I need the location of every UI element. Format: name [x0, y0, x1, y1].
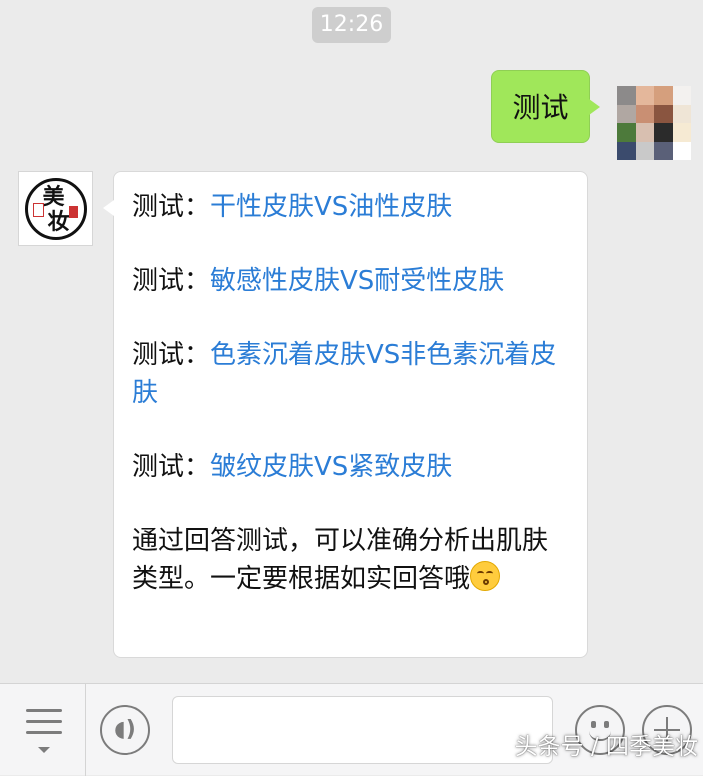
watermark: 头条号 / 四季美妆	[514, 734, 698, 760]
logo-seal-left	[32, 202, 44, 217]
summary-text: 通过回答测试，可以准确分析出肌肤类型。一定要根据如实回答哦	[132, 522, 569, 598]
brand-logo: 美 妆	[24, 177, 87, 240]
test-link-wrinkled-firm[interactable]: 皱纹皮肤VS紧致皮肤	[210, 452, 452, 482]
logo-seal-right	[68, 205, 78, 218]
kissing-face-icon	[470, 561, 501, 591]
incoming-message: 测试：干性皮肤VS油性皮肤 测试：敏感性皮肤VS耐受性皮肤 测试：色素沉着皮肤V…	[103, 171, 588, 658]
test-link-sensitive-resistant[interactable]: 敏感性皮肤VS耐受性皮肤	[210, 266, 504, 296]
timestamp: 12:26	[312, 7, 391, 43]
test-prefix: 测试：	[132, 340, 211, 370]
user-avatar[interactable]	[617, 86, 691, 160]
logo-char-2: 妆	[47, 208, 70, 235]
logo-char-1: 美	[42, 183, 65, 210]
test-line: 测试：皱纹皮肤VS紧致皮肤	[132, 448, 569, 486]
test-prefix: 测试：	[132, 266, 211, 296]
voice-icon[interactable]: ◖)	[100, 705, 150, 755]
test-line: 测试：干性皮肤VS油性皮肤	[132, 188, 569, 226]
brand-avatar[interactable]: 美 妆	[18, 171, 93, 246]
test-prefix: 测试：	[132, 452, 211, 482]
outgoing-message[interactable]: 测试	[491, 70, 600, 143]
test-link-dry-oily[interactable]: 干性皮肤VS油性皮肤	[210, 192, 452, 222]
test-line: 测试：色素沉着皮肤VS非色素沉着皮肤	[132, 336, 569, 412]
menu-list-icon[interactable]	[0, 684, 86, 776]
test-prefix: 测试：	[132, 192, 211, 222]
test-line: 测试：敏感性皮肤VS耐受性皮肤	[132, 262, 569, 300]
